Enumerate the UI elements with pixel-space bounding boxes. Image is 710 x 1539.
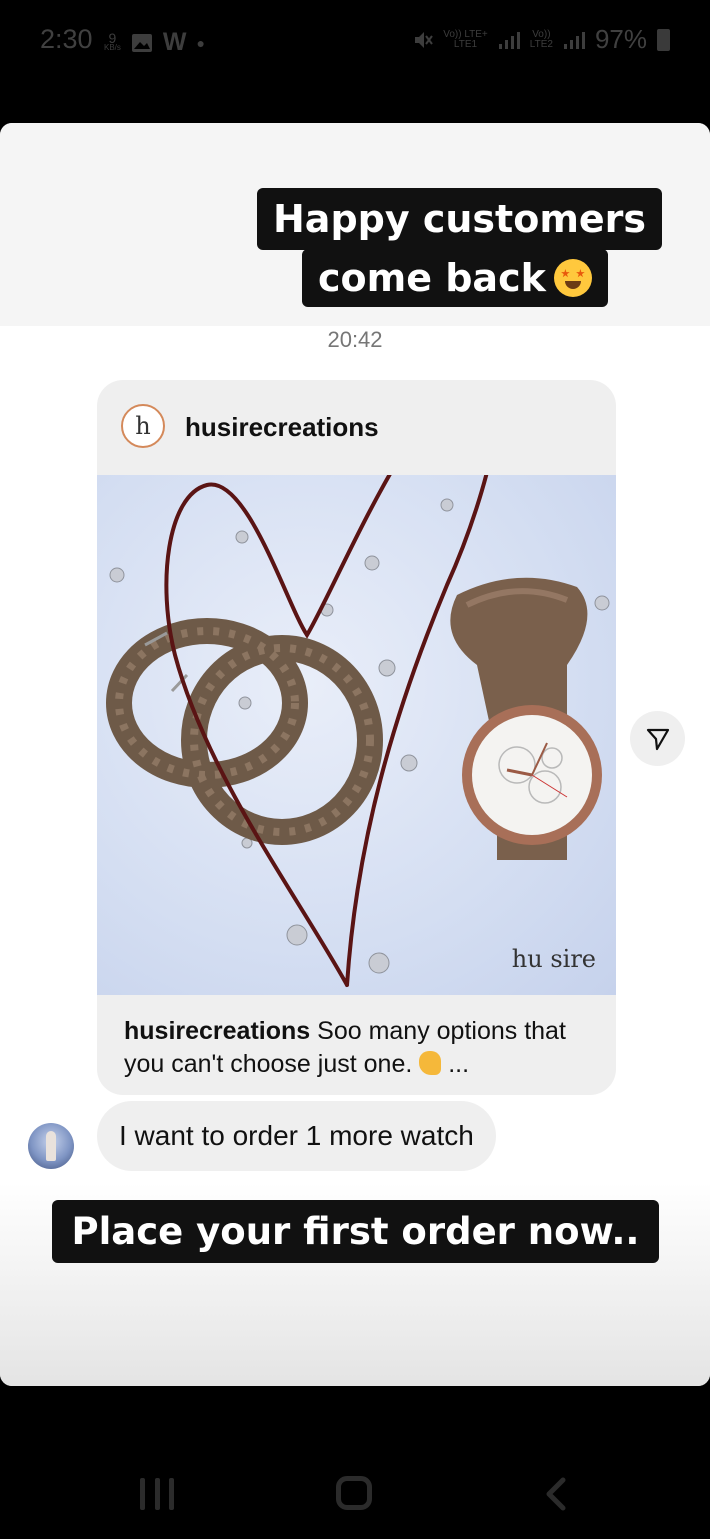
status-left-icons: 9 KB/s W ● [104, 28, 205, 57]
sim2-indicator: Vo)) LTE2 [529, 28, 553, 50]
dot-icon: ● [196, 34, 205, 51]
story-card[interactable]: Happy customers come back 20:42 h husire… [0, 123, 710, 1386]
post-author-username[interactable]: husirecreations [185, 412, 379, 443]
brand-watermark: hu sire [511, 945, 596, 973]
status-time: 2:30 [40, 24, 93, 54]
headline-line-2: come back [302, 249, 608, 307]
message-bubble[interactable]: I want to order 1 more watch [97, 1101, 496, 1171]
recent-apps-icon [140, 1478, 145, 1510]
sim1-indicator: Vo)) LTE+ LTE1 [443, 28, 488, 50]
signal-2-icon [563, 31, 585, 49]
send-icon [646, 728, 669, 750]
mute-icon [415, 31, 434, 48]
caption-ellipsis: ... [448, 1050, 470, 1078]
signal-1-icon [498, 31, 520, 49]
navigation-bar [0, 1440, 710, 1539]
gallery-icon [131, 33, 152, 52]
status-right-icons: Vo)) LTE+ LTE1 Vo)) LTE2 97% [413, 24, 670, 55]
shared-post[interactable]: h husirecreations hu sire husirecreation… [97, 380, 616, 1095]
status-bar: 2:30 9 KB/s W ● Vo)) LTE+ LTE1 Vo)) LTE2 [0, 0, 710, 85]
headline-line-2-text: come back [318, 256, 546, 300]
headline-line-1: Happy customers [257, 188, 663, 250]
post-caption[interactable]: husirecreations Soo many options that yo… [124, 1015, 604, 1081]
place-order-banner: Place your first order now.. [52, 1200, 659, 1263]
back-button[interactable] [541, 1477, 571, 1511]
home-button[interactable] [336, 1476, 372, 1510]
share-button[interactable] [630, 711, 685, 766]
battery-percent: 97% [594, 24, 647, 54]
drawn-heart-scribble [164, 475, 489, 987]
pinching-hand-emoji-icon [419, 1051, 442, 1075]
battery-icon [657, 28, 670, 51]
post-image[interactable]: hu sire [97, 475, 616, 995]
notification-count-icon: 9 KB/s [104, 29, 121, 52]
post-author-avatar[interactable]: h [121, 404, 165, 448]
sender-avatar[interactable] [28, 1123, 74, 1169]
shared-post-header[interactable]: h husirecreations [97, 380, 616, 475]
message-timestamp: 20:42 [327, 327, 383, 352]
star-struck-emoji-icon [553, 259, 592, 297]
w-app-icon: W [162, 28, 187, 56]
caption-username[interactable]: husirecreations [124, 1017, 310, 1045]
recent-apps-button[interactable] [140, 1478, 174, 1510]
